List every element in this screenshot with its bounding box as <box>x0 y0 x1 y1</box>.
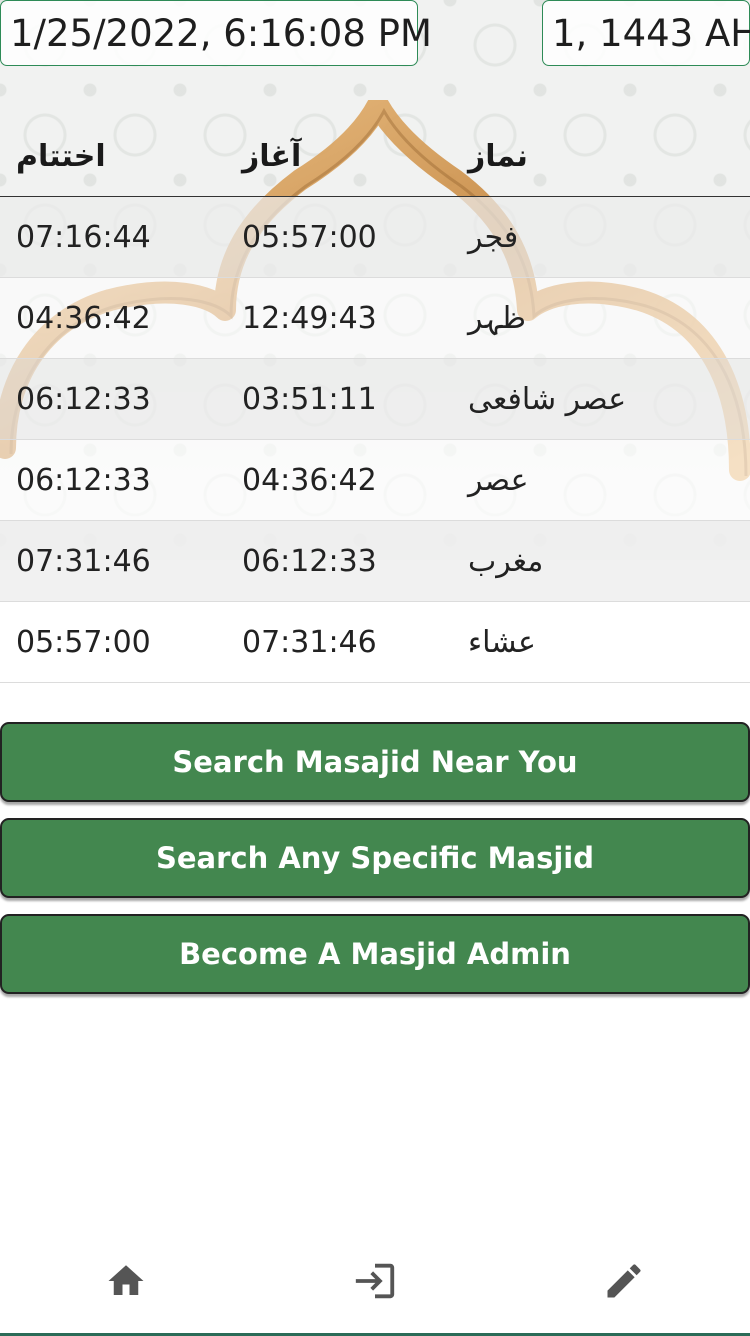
prayer-name-cell: ظہر <box>452 277 750 359</box>
prayer-name-cell: مغرب <box>452 520 750 602</box>
start-time-cell: 07:31:46 <box>226 601 452 683</box>
table-header-row: اختتام آغاز نماز <box>0 116 750 197</box>
prayer-times-table: اختتام آغاز نماز 07:16:44 05:57:00 فجر 0… <box>0 116 750 683</box>
datetime-display: 1/25/2022, 6:16:08 PM <box>0 0 432 66</box>
end-time-cell: 07:31:46 <box>0 520 226 602</box>
login-icon <box>355 1263 395 1299</box>
column-header-prayer-label: نماز <box>468 138 528 174</box>
table-row: 07:16:44 05:57:00 فجر <box>0 196 750 278</box>
bottom-navigation <box>0 1226 750 1336</box>
column-header-start: آغاز <box>226 116 452 197</box>
start-time-cell: 06:12:33 <box>226 520 452 602</box>
start-time-cell: 12:49:43 <box>226 277 452 359</box>
prayer-name: فجر <box>468 219 519 255</box>
action-buttons: Search Masajid Near You Search Any Speci… <box>0 722 750 1010</box>
search-specific-masjid-button[interactable]: Search Any Specific Masjid <box>0 818 750 898</box>
prayer-name: مغرب <box>468 543 544 579</box>
end-time-cell: 04:36:42 <box>0 277 226 359</box>
search-masajid-near-button[interactable]: Search Masajid Near You <box>0 722 750 802</box>
column-header-prayer: نماز <box>452 116 750 197</box>
end-time-cell: 05:57:00 <box>0 601 226 683</box>
nav-login-button[interactable] <box>349 1255 401 1307</box>
nav-home-button[interactable] <box>100 1255 152 1307</box>
table-row: 06:12:33 03:51:11 عصر شافعی <box>0 358 750 440</box>
home-icon <box>108 1265 144 1295</box>
column-header-end: اختتام <box>0 116 226 197</box>
prayer-name-cell: عشاء <box>452 601 750 683</box>
hijri-date-display: 1, 1443 AH <box>542 0 750 66</box>
prayer-name: عصر شافعی <box>468 381 627 417</box>
table-row: 05:57:00 07:31:46 عشاء <box>0 601 750 683</box>
start-time-cell: 03:51:11 <box>226 358 452 440</box>
prayer-name-cell: عصر <box>452 439 750 521</box>
start-time-cell: 04:36:42 <box>226 439 452 521</box>
prayer-name-cell: فجر <box>452 196 750 278</box>
edit-icon <box>607 1264 641 1298</box>
prayer-name: عصر <box>468 462 529 498</box>
prayer-name: ظہر <box>468 300 527 336</box>
table-row: 07:31:46 06:12:33 مغرب <box>0 520 750 602</box>
end-time-cell: 06:12:33 <box>0 358 226 440</box>
table-row: 06:12:33 04:36:42 عصر <box>0 439 750 521</box>
start-time-cell: 05:57:00 <box>226 196 452 278</box>
nav-edit-button[interactable] <box>598 1255 650 1307</box>
table-row: 04:36:42 12:49:43 ظہر <box>0 277 750 359</box>
end-time-cell: 07:16:44 <box>0 196 226 278</box>
prayer-name-cell: عصر شافعی <box>452 358 750 440</box>
end-time-cell: 06:12:33 <box>0 439 226 521</box>
prayer-name: عشاء <box>468 624 536 660</box>
become-admin-button[interactable]: Become A Masjid Admin <box>0 914 750 994</box>
